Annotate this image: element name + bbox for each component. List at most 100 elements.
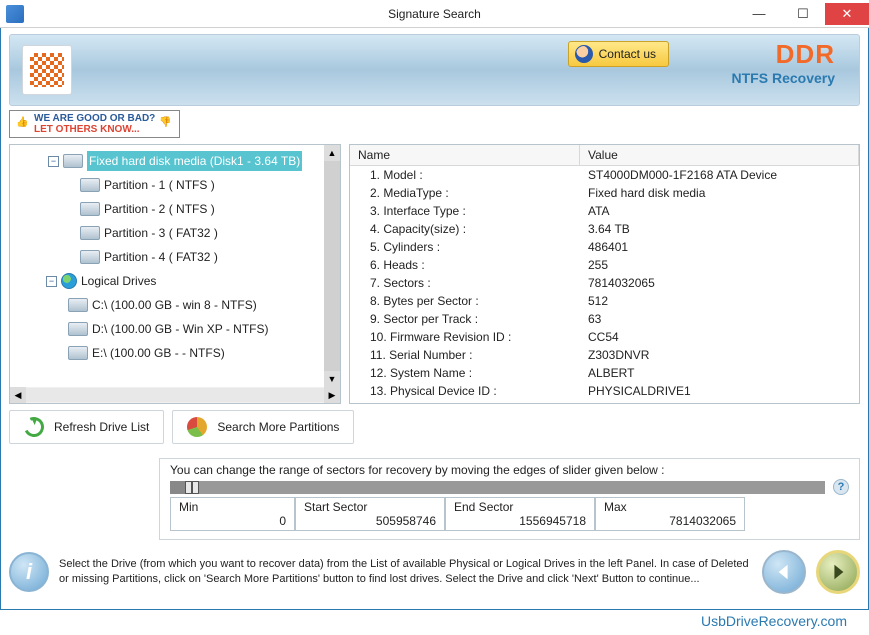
maximize-button[interactable]: ☐: [781, 3, 825, 25]
property-value: 512: [580, 294, 859, 308]
tree-root-label: Fixed hard disk media (Disk1 - 3.64 TB): [87, 151, 302, 171]
refresh-drive-list-button[interactable]: Refresh Drive List: [9, 410, 164, 444]
info-icon: i: [9, 552, 49, 592]
tree-partition-row[interactable]: Partition - 4 ( FAT32 ): [10, 245, 340, 269]
titlebar: Signature Search — ☐ ✕: [0, 0, 869, 28]
collapse-icon[interactable]: −: [48, 156, 59, 167]
search-more-label: Search More Partitions: [217, 420, 339, 434]
tree-partition-label: Partition - 2 ( NTFS ): [104, 199, 215, 219]
tree-logical-label: C:\ (100.00 GB - win 8 - NTFS): [92, 295, 257, 315]
drive-tree-panel: − Fixed hard disk media (Disk1 - 3.64 TB…: [9, 144, 341, 404]
property-row[interactable]: 1. Model :ST4000DM000-1F2168 ATA Device: [350, 166, 859, 184]
tree-partition-row[interactable]: Partition - 1 ( NTFS ): [10, 173, 340, 197]
slider-handle-left[interactable]: [185, 481, 192, 494]
property-row[interactable]: 2. MediaType :Fixed hard disk media: [350, 184, 859, 202]
tree-logical-label: E:\ (100.00 GB - - NTFS): [92, 343, 225, 363]
tree-partition-row[interactable]: Partition - 3 ( FAT32 ): [10, 221, 340, 245]
partition-icon: [80, 250, 100, 264]
thumbs-up-icon: 👍: [16, 117, 30, 131]
tree-logical-row[interactable]: E:\ (100.00 GB - - NTFS): [10, 341, 340, 365]
tree-partition-label: Partition - 4 ( FAT32 ): [104, 247, 218, 267]
property-row[interactable]: 5. Cylinders :486401: [350, 238, 859, 256]
properties-table: Name Value 1. Model :ST4000DM000-1F2168 …: [349, 144, 860, 404]
tree-horizontal-scrollbar[interactable]: ◀▶: [10, 387, 340, 403]
person-icon: [575, 45, 593, 63]
property-value: 3.64 TB: [580, 222, 859, 236]
app-icon: [6, 5, 24, 23]
col-value-header[interactable]: Value: [580, 145, 859, 165]
property-row[interactable]: 6. Heads :255: [350, 256, 859, 274]
next-button[interactable]: [816, 550, 860, 594]
max-sector-cell: Max7814032065: [595, 497, 745, 531]
start-sector-cell: Start Sector505958746: [295, 497, 445, 531]
property-row[interactable]: 4. Capacity(size) :3.64 TB: [350, 220, 859, 238]
help-icon[interactable]: ?: [833, 479, 849, 495]
site-link[interactable]: UsbDriveRecovery.com: [0, 610, 869, 629]
brand-subtitle: NTFS Recovery: [732, 70, 835, 86]
property-row[interactable]: 3. Interface Type :ATA: [350, 202, 859, 220]
end-sector-cell: End Sector1556945718: [445, 497, 595, 531]
contact-label: Contact us: [599, 47, 656, 61]
brand-name: DDR: [732, 39, 835, 70]
tree-logical-header-row[interactable]: − Logical Drives: [10, 269, 340, 293]
search-more-partitions-button[interactable]: Search More Partitions: [172, 410, 354, 444]
property-value: 63: [580, 312, 859, 326]
scroll-down-icon[interactable]: ▼: [324, 371, 340, 387]
property-row[interactable]: 9. Sector per Track :63: [350, 310, 859, 328]
feedback-bar: 👍 WE ARE GOOD OR BAD? LET OTHERS KNOW...…: [9, 110, 860, 138]
property-row[interactable]: 11. Serial Number :Z303DNVR: [350, 346, 859, 364]
property-name: 3. Interface Type :: [350, 204, 580, 218]
property-row[interactable]: 13. Physical Device ID :PHYSICALDRIVE1: [350, 382, 859, 400]
close-button[interactable]: ✕: [825, 3, 869, 25]
partition-icon: [80, 202, 100, 216]
property-row[interactable]: 10. Firmware Revision ID :CC54: [350, 328, 859, 346]
tree-partition-label: Partition - 3 ( FAT32 ): [104, 223, 218, 243]
feedback-button[interactable]: 👍 WE ARE GOOD OR BAD? LET OTHERS KNOW...…: [9, 110, 180, 138]
property-value: Fixed hard disk media: [580, 186, 859, 200]
scroll-left-icon[interactable]: ◀: [10, 387, 26, 403]
footer-instructions: Select the Drive (from which you want to…: [59, 557, 752, 587]
previous-button[interactable]: [762, 550, 806, 594]
header-banner: Contact us DDR NTFS Recovery: [9, 34, 860, 106]
min-sector-cell: Min0: [170, 497, 295, 531]
tree-vertical-scrollbar[interactable]: ▲▼: [324, 145, 340, 387]
tree-logical-header: Logical Drives: [81, 271, 156, 291]
pie-chart-icon: [187, 417, 207, 437]
property-value: PHYSICALDRIVE1: [580, 384, 859, 398]
app-logo: [22, 45, 72, 95]
refresh-label: Refresh Drive List: [54, 420, 149, 434]
refresh-icon: [21, 414, 47, 440]
window-title: Signature Search: [388, 7, 481, 21]
minimize-button[interactable]: —: [737, 3, 781, 25]
property-name: 2. MediaType :: [350, 186, 580, 200]
tree-logical-row[interactable]: D:\ (100.00 GB - Win XP - NTFS): [10, 317, 340, 341]
scroll-up-icon[interactable]: ▲: [324, 145, 340, 161]
property-row[interactable]: 8. Bytes per Sector :512: [350, 292, 859, 310]
collapse-icon[interactable]: −: [46, 276, 57, 287]
property-name: 11. Serial Number :: [350, 348, 580, 362]
scroll-right-icon[interactable]: ▶: [324, 387, 340, 403]
tree-partition-row[interactable]: Partition - 2 ( NTFS ): [10, 197, 340, 221]
property-value: ST4000DM000-1F2168 ATA Device: [580, 168, 859, 182]
feedback-line1: WE ARE GOOD OR BAD?: [34, 113, 155, 124]
sector-range-slider[interactable]: [170, 481, 825, 494]
thumbs-down-icon: 👎: [159, 117, 173, 131]
tree-root-row[interactable]: − Fixed hard disk media (Disk1 - 3.64 TB…: [10, 149, 340, 173]
contact-us-button[interactable]: Contact us: [568, 41, 669, 67]
property-value: Z303DNVR: [580, 348, 859, 362]
feedback-line2: LET OTHERS KNOW...: [34, 124, 155, 135]
property-name: 5. Cylinders :: [350, 240, 580, 254]
col-name-header[interactable]: Name: [350, 145, 580, 165]
property-name: 12. System Name :: [350, 366, 580, 380]
hard-disk-icon: [63, 154, 83, 168]
property-value: ATA: [580, 204, 859, 218]
tree-logical-row[interactable]: C:\ (100.00 GB - win 8 - NTFS): [10, 293, 340, 317]
property-name: 9. Sector per Track :: [350, 312, 580, 326]
slider-handle-right[interactable]: [192, 481, 199, 494]
property-row[interactable]: 7. Sectors :7814032065: [350, 274, 859, 292]
property-value: 255: [580, 258, 859, 272]
drive-icon: [68, 298, 88, 312]
sector-range-panel: You can change the range of sectors for …: [159, 458, 860, 540]
property-row[interactable]: 12. System Name :ALBERT: [350, 364, 859, 382]
partition-icon: [80, 178, 100, 192]
